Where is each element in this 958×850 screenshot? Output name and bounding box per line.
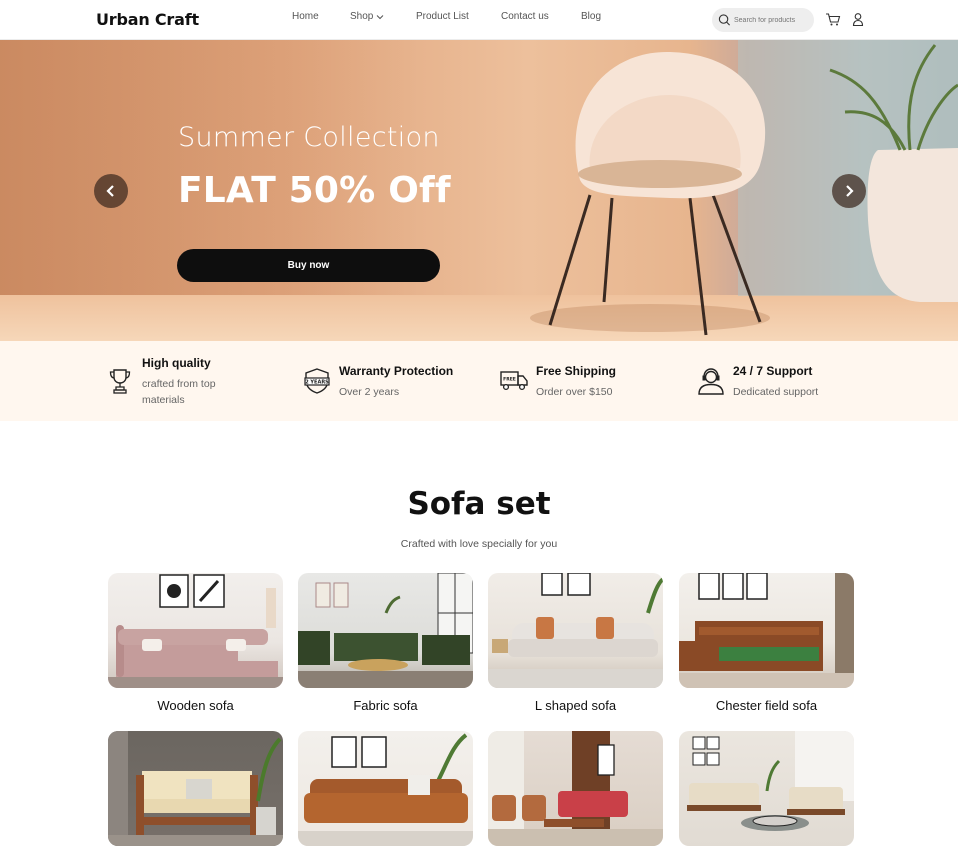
search-input[interactable]	[734, 16, 814, 24]
nav-shop[interactable]: Shop	[350, 11, 384, 22]
search-box[interactable]	[712, 8, 814, 32]
feature-title: 24 / 7 Support	[733, 364, 813, 378]
product-label: Fabric sofa	[353, 698, 418, 713]
warranty-badge-icon: 2 YEARS	[304, 368, 330, 394]
product-image[interactable]	[108, 573, 283, 688]
features-bar: High quality crafted from top materials …	[0, 341, 958, 421]
product-card[interactable]: Chester field sofa	[679, 573, 854, 713]
nav-shop-label: Shop	[350, 11, 374, 22]
buy-now-button[interactable]: Buy now	[177, 249, 440, 282]
delivery-truck-icon: FREE	[500, 371, 528, 391]
svg-text:2 YEARS: 2 YEARS	[305, 380, 329, 386]
product-image[interactable]	[488, 731, 663, 846]
feature-subtitle: Order over $150	[536, 386, 613, 398]
carousel-next-button[interactable]	[832, 174, 866, 208]
product-card[interactable]	[298, 731, 473, 850]
hero-title: FLAT 50% Off	[178, 170, 451, 211]
section-title: Sofa set	[407, 486, 551, 522]
product-label: Chester field sofa	[715, 698, 818, 713]
product-card[interactable]	[679, 731, 854, 850]
nav-product-list[interactable]: Product List	[416, 11, 469, 22]
product-card[interactable]: Fabric sofa	[298, 573, 473, 713]
product-image[interactable]	[679, 731, 854, 846]
section-subtitle: Crafted with love specially for you	[400, 538, 558, 550]
feature-title: Warranty Protection	[339, 364, 454, 378]
support-agent-icon	[698, 368, 724, 395]
logo[interactable]: Urban Craft	[96, 10, 199, 29]
nav-blog[interactable]: Blog	[581, 11, 601, 22]
site-header: Urban Craft Home Shop Product List Conta…	[0, 0, 958, 40]
nav-home[interactable]: Home	[292, 11, 319, 22]
product-image[interactable]	[679, 573, 854, 688]
product-card[interactable]	[488, 731, 663, 850]
svg-text:FREE: FREE	[503, 377, 516, 383]
chevron-right-icon	[846, 185, 854, 197]
product-image[interactable]	[488, 573, 663, 688]
product-image[interactable]	[298, 573, 473, 688]
product-image[interactable]	[108, 731, 283, 846]
feature-subtitle: Over 2 years	[339, 386, 400, 398]
search-icon	[718, 14, 731, 26]
chevron-left-icon	[106, 185, 114, 197]
carousel-prev-button[interactable]	[94, 174, 128, 208]
hero-subtitle: Summer Collection	[178, 122, 440, 153]
product-card[interactable]	[108, 731, 283, 850]
product-label: Wooden sofa	[157, 698, 234, 713]
nav-contact-us[interactable]: Contact us	[501, 11, 549, 22]
product-image[interactable]	[298, 731, 473, 846]
feature-title: Free Shipping	[536, 364, 617, 378]
user-icon[interactable]	[852, 12, 864, 27]
hero-chair-scene	[530, 40, 958, 336]
hero-banner: Summer Collection FLAT 50% Off Buy now	[0, 40, 958, 341]
product-card[interactable]: L shaped sofa	[488, 573, 663, 713]
product-card[interactable]: Wooden sofa	[108, 573, 283, 713]
feature-title: High quality	[142, 356, 211, 370]
feature-subtitle: crafted from top materials	[142, 378, 216, 406]
trophy-icon	[109, 369, 131, 394]
feature-subtitle: Dedicated support	[733, 386, 819, 398]
product-label: L shaped sofa	[534, 698, 617, 713]
cart-icon[interactable]	[825, 12, 841, 27]
chevron-down-icon	[377, 14, 384, 19]
